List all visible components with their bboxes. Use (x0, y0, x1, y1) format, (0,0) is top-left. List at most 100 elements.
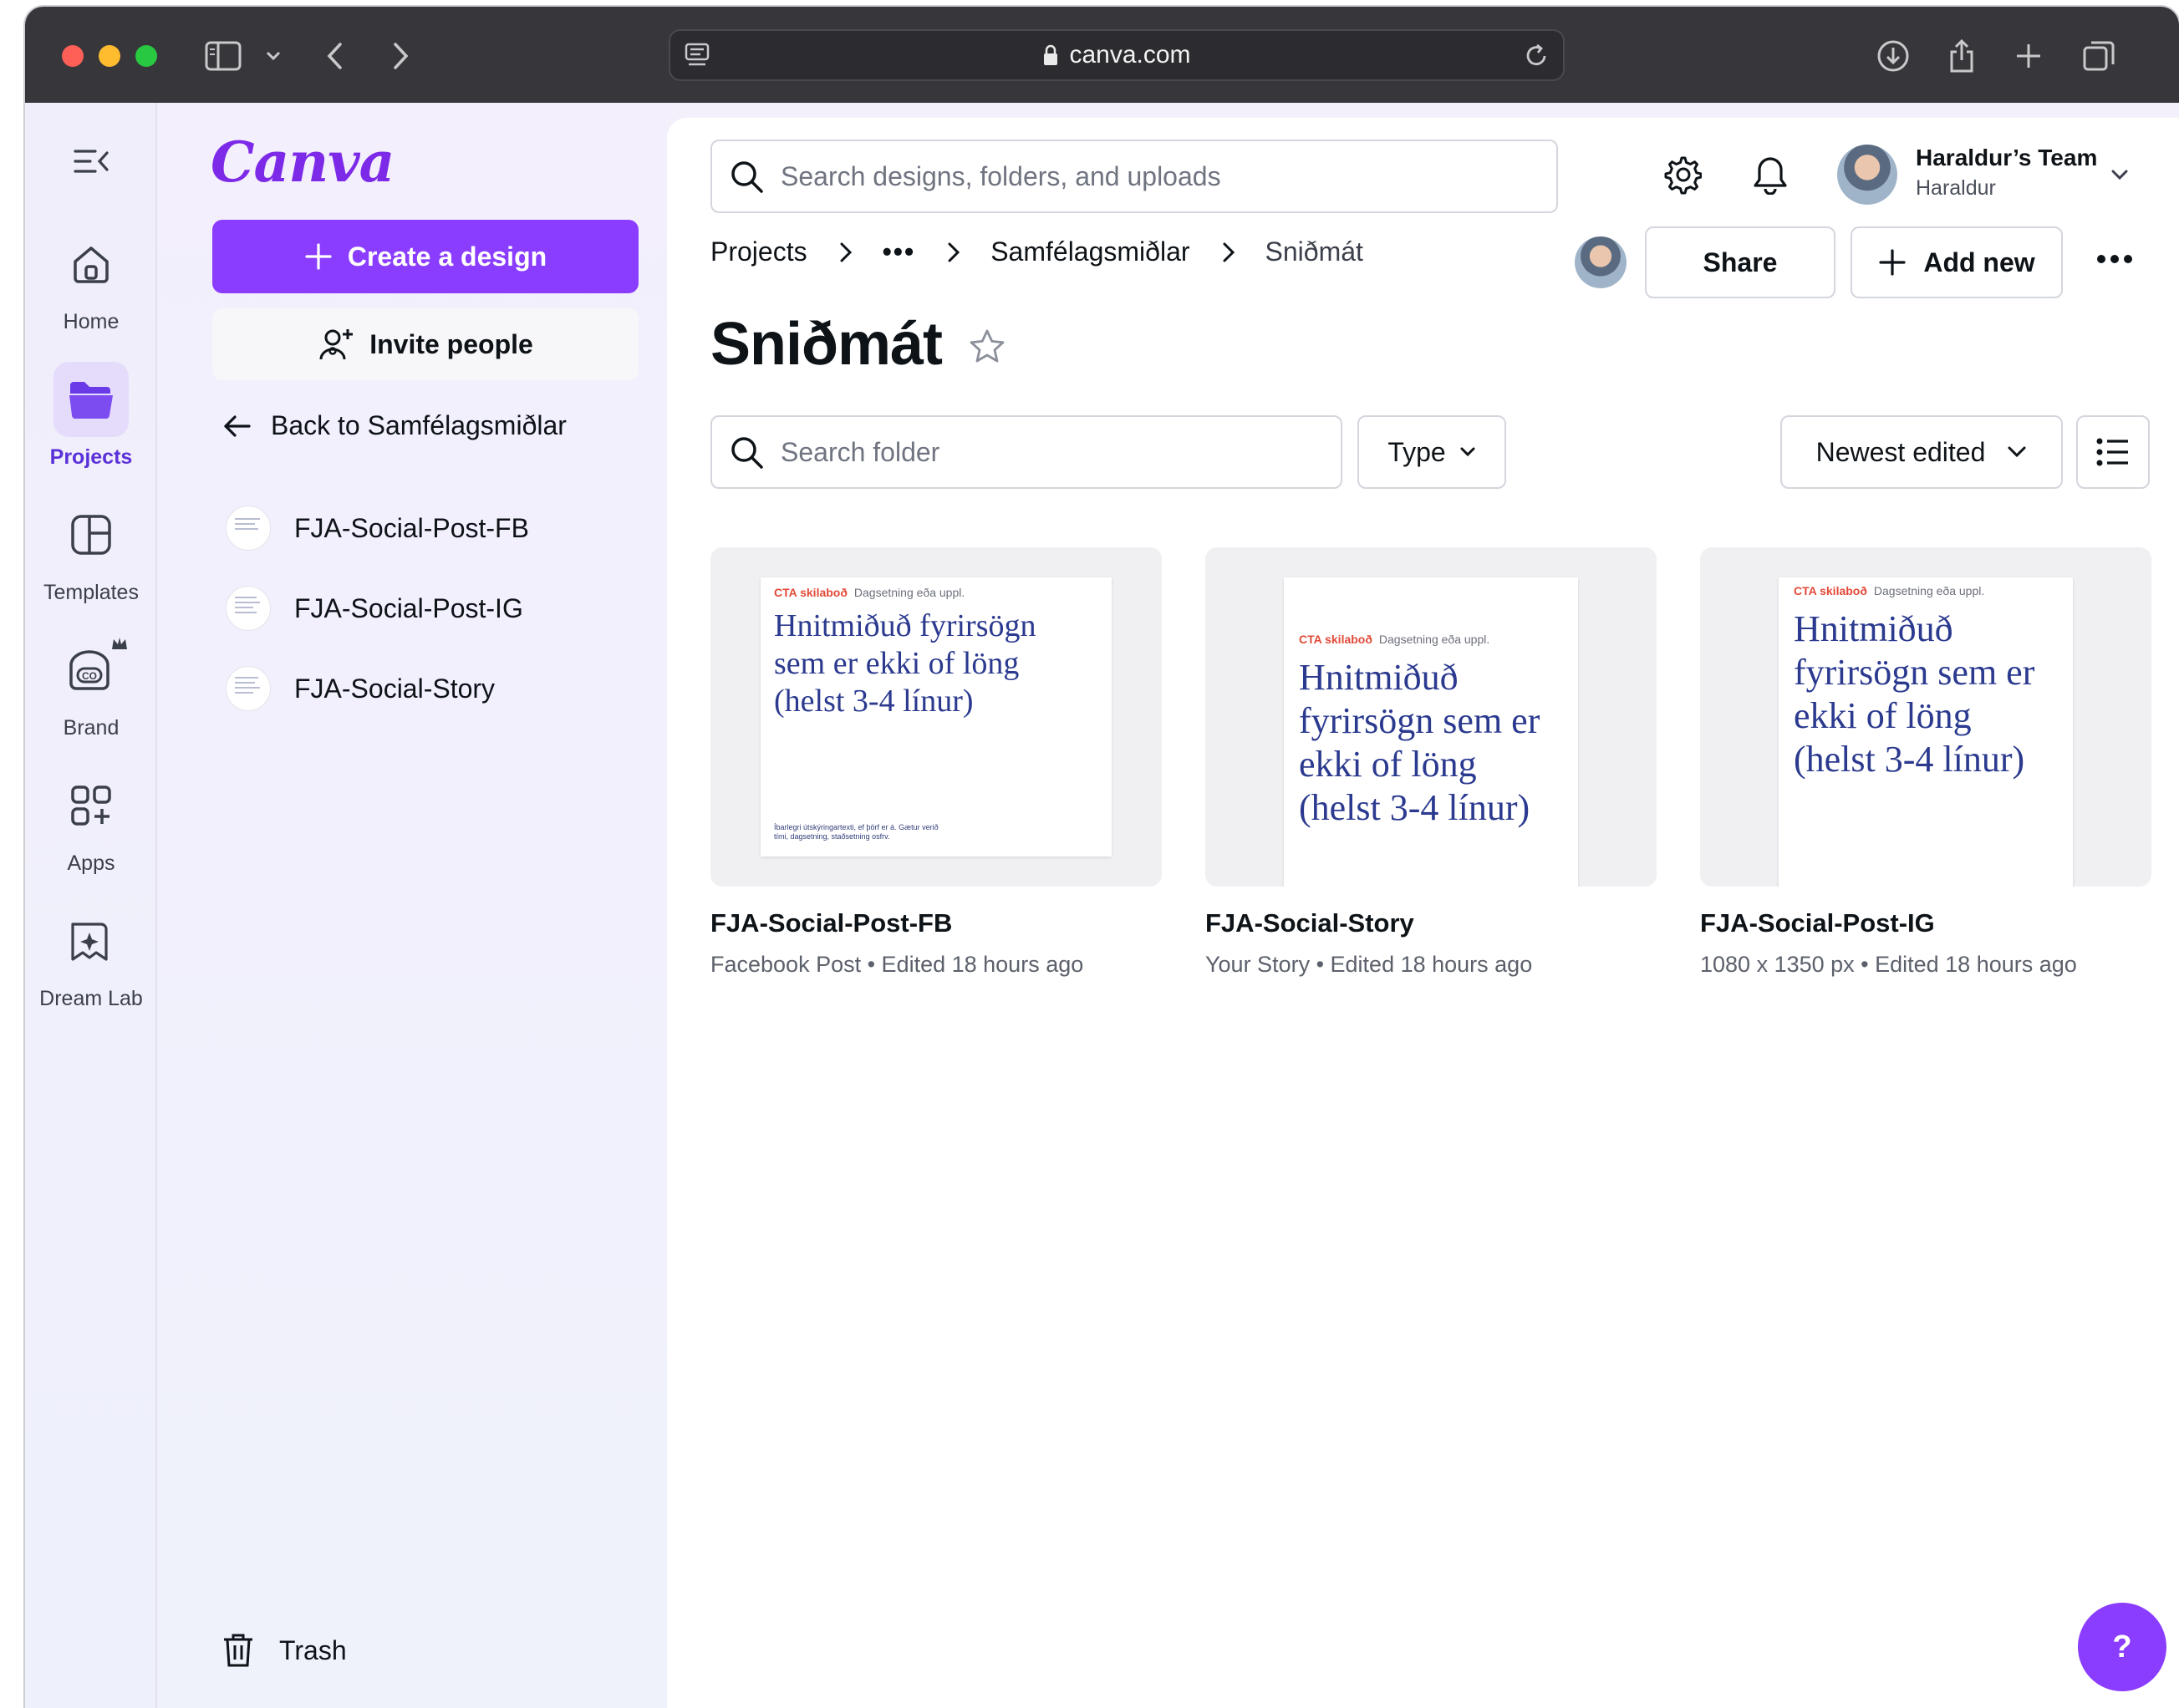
design-card[interactable]: CTA skilaboð Dagsetning eða uppl. Hnitmið… (1205, 547, 1657, 978)
address-bar[interactable]: canva.com (669, 29, 1565, 81)
rail-label: Projects (49, 445, 133, 469)
breadcrumb-more[interactable]: ••• (883, 236, 916, 267)
notifications-bell-icon[interactable] (1745, 150, 1795, 200)
brand-icon: CO (53, 633, 129, 708)
share-button[interactable]: Share (1645, 226, 1835, 298)
folder-item-label: FJA-Social-Post-IG (294, 592, 523, 623)
back-arrow-icon[interactable] (314, 35, 356, 77)
design-thumbnail (226, 586, 271, 631)
user-name: Haraldur (1916, 176, 1996, 200)
trash-icon (224, 1634, 252, 1667)
global-search-placeholder: Search designs, folders, and uploads (781, 160, 1221, 191)
design-card[interactable]: CTA skilaboð Dagsetning eða uppl. Hnitmið… (1700, 547, 2151, 978)
create-design-button[interactable]: Create a design (212, 220, 639, 293)
reader-icon[interactable] (684, 41, 712, 69)
browser-window: canva.com Home Projects Templates CO Bra… (25, 7, 2179, 1708)
design-title[interactable]: FJA-Social-Story (1205, 908, 1657, 938)
left-rail: Home Projects Templates CO Brand Apps Dr… (25, 103, 157, 1708)
add-person-icon (319, 329, 354, 360)
search-icon (731, 437, 763, 469)
chevron-down-icon (1460, 447, 1475, 457)
sort-label: Newest edited (1815, 436, 1986, 467)
rail-item-projects[interactable]: Projects (25, 362, 157, 470)
folder-search-input[interactable]: Search folder (710, 415, 1342, 489)
design-thumbnail[interactable]: CTA skilaboð Dagsetning eða uppl. Hnitmið… (1700, 547, 2151, 887)
plus-icon (1879, 249, 1906, 276)
add-new-label: Add new (1923, 247, 2035, 277)
chevron-down-icon[interactable] (252, 35, 294, 77)
rail-item-templates[interactable]: Templates (25, 497, 157, 605)
rail-item-brand[interactable]: CO Brand (25, 633, 157, 740)
collaborator-avatar[interactable] (1575, 236, 1627, 288)
add-new-button[interactable]: Add new (1851, 226, 2063, 298)
download-icon[interactable] (1872, 35, 1914, 77)
trash-link[interactable]: Trash (222, 1632, 347, 1669)
type-filter-dropdown[interactable]: Type (1357, 415, 1506, 489)
home-icon (53, 226, 129, 302)
rail-item-dream-lab[interactable]: Dream Lab (25, 903, 157, 1011)
team-name: Haraldur’s Team (1916, 145, 2098, 170)
avatar[interactable] (1837, 145, 1897, 205)
design-title[interactable]: FJA-Social-Post-FB (710, 908, 1162, 938)
design-card[interactable]: CTA skilaboð Dagsetning eða uppl. Hnitmið… (710, 547, 1162, 978)
folder-item-label: FJA-Social-Post-FB (294, 512, 529, 543)
more-options-icon[interactable] (2096, 253, 2133, 265)
back-to-parent-link[interactable]: Back to Samfélagsmiðlar (222, 410, 567, 441)
team-switcher[interactable]: Haraldur’s Team Haraldur (1916, 145, 2097, 201)
list-view-toggle[interactable] (2076, 415, 2150, 489)
reload-icon[interactable] (1523, 43, 1550, 69)
rail-item-apps[interactable]: Apps (25, 768, 157, 876)
star-icon[interactable] (968, 328, 1006, 365)
settings-gear-icon[interactable] (1657, 150, 1707, 200)
minimize-window-button[interactable] (99, 45, 120, 67)
preview-cta: CTA skilaboð Dagsetning eða uppl. (774, 586, 965, 599)
search-icon (731, 161, 763, 193)
forward-arrow-icon[interactable] (379, 35, 421, 77)
chevron-right-icon (839, 241, 853, 263)
preview-cta: CTA skilaboð Dagsetning eða uppl. (1299, 633, 1490, 646)
invite-people-button[interactable]: Invite people (212, 308, 639, 380)
chevron-down-icon[interactable] (2110, 168, 2130, 181)
design-meta: 1080 x 1350 px • Edited 18 hours ago (1700, 952, 2077, 977)
folder-icon (53, 362, 129, 437)
sort-dropdown[interactable]: Newest edited (1780, 415, 2063, 489)
zoom-window-button[interactable] (135, 45, 157, 67)
preview-cta: CTA skilaboð Dagsetning eða uppl. (1794, 584, 1985, 597)
sidebar-toggle-icon[interactable] (202, 35, 244, 77)
new-tab-icon[interactable] (2008, 35, 2049, 77)
apps-icon (53, 768, 129, 843)
design-thumbnail[interactable]: CTA skilaboð Dagsetning eða uppl. Hnitmið… (1205, 547, 1657, 887)
rail-label: Brand (63, 716, 120, 740)
help-button[interactable]: ? (2078, 1603, 2166, 1691)
folder-item[interactable]: FJA-Social-Story (226, 666, 495, 711)
design-thumbnail (226, 506, 271, 551)
crown-icon (110, 636, 129, 651)
rail-label: Templates (43, 581, 139, 604)
rail-label: Dream Lab (39, 987, 143, 1010)
main-content: Search designs, folders, and uploads Har… (667, 118, 2179, 1708)
close-window-button[interactable] (62, 45, 84, 67)
breadcrumb-samfelagsmidlar[interactable]: Samfélagsmiðlar (990, 236, 1189, 267)
breadcrumb-projects[interactable]: Projects (710, 236, 807, 267)
design-meta: Your Story • Edited 18 hours ago (1205, 952, 1533, 977)
share-sheet-icon[interactable] (1941, 35, 1983, 77)
design-thumbnail[interactable]: CTA skilaboð Dagsetning eða uppl. Hnitmið… (710, 547, 1162, 887)
tab-overview-icon[interactable] (2078, 35, 2120, 77)
design-meta: Facebook Post • Edited 18 hours ago (710, 952, 1084, 977)
list-view-icon (2096, 438, 2128, 466)
page-title: Sniðmát (710, 311, 943, 378)
canva-logo[interactable]: Canva (211, 130, 395, 195)
chevron-down-icon (2008, 446, 2026, 458)
folder-item[interactable]: FJA-Social-Post-IG (226, 586, 523, 631)
rail-item-home[interactable]: Home (25, 226, 157, 334)
folder-item[interactable]: FJA-Social-Post-FB (226, 506, 529, 551)
preview-headline: Hnitmiðuð fyrirsögn sem er ekki of löng … (774, 608, 1036, 719)
design-preview: CTA skilaboð Dagsetning eða uppl. Hnitmið… (1284, 577, 1578, 887)
rail-label: Apps (67, 851, 115, 875)
global-search-input[interactable]: Search designs, folders, and uploads (710, 140, 1558, 213)
collapse-menu-icon[interactable] (72, 145, 110, 178)
design-title[interactable]: FJA-Social-Post-IG (1700, 908, 2151, 938)
breadcrumb: Projects ••• Samfélagsmiðlar Sniðmát (710, 236, 1363, 267)
create-design-label: Create a design (347, 241, 547, 272)
trash-label: Trash (279, 1634, 347, 1665)
